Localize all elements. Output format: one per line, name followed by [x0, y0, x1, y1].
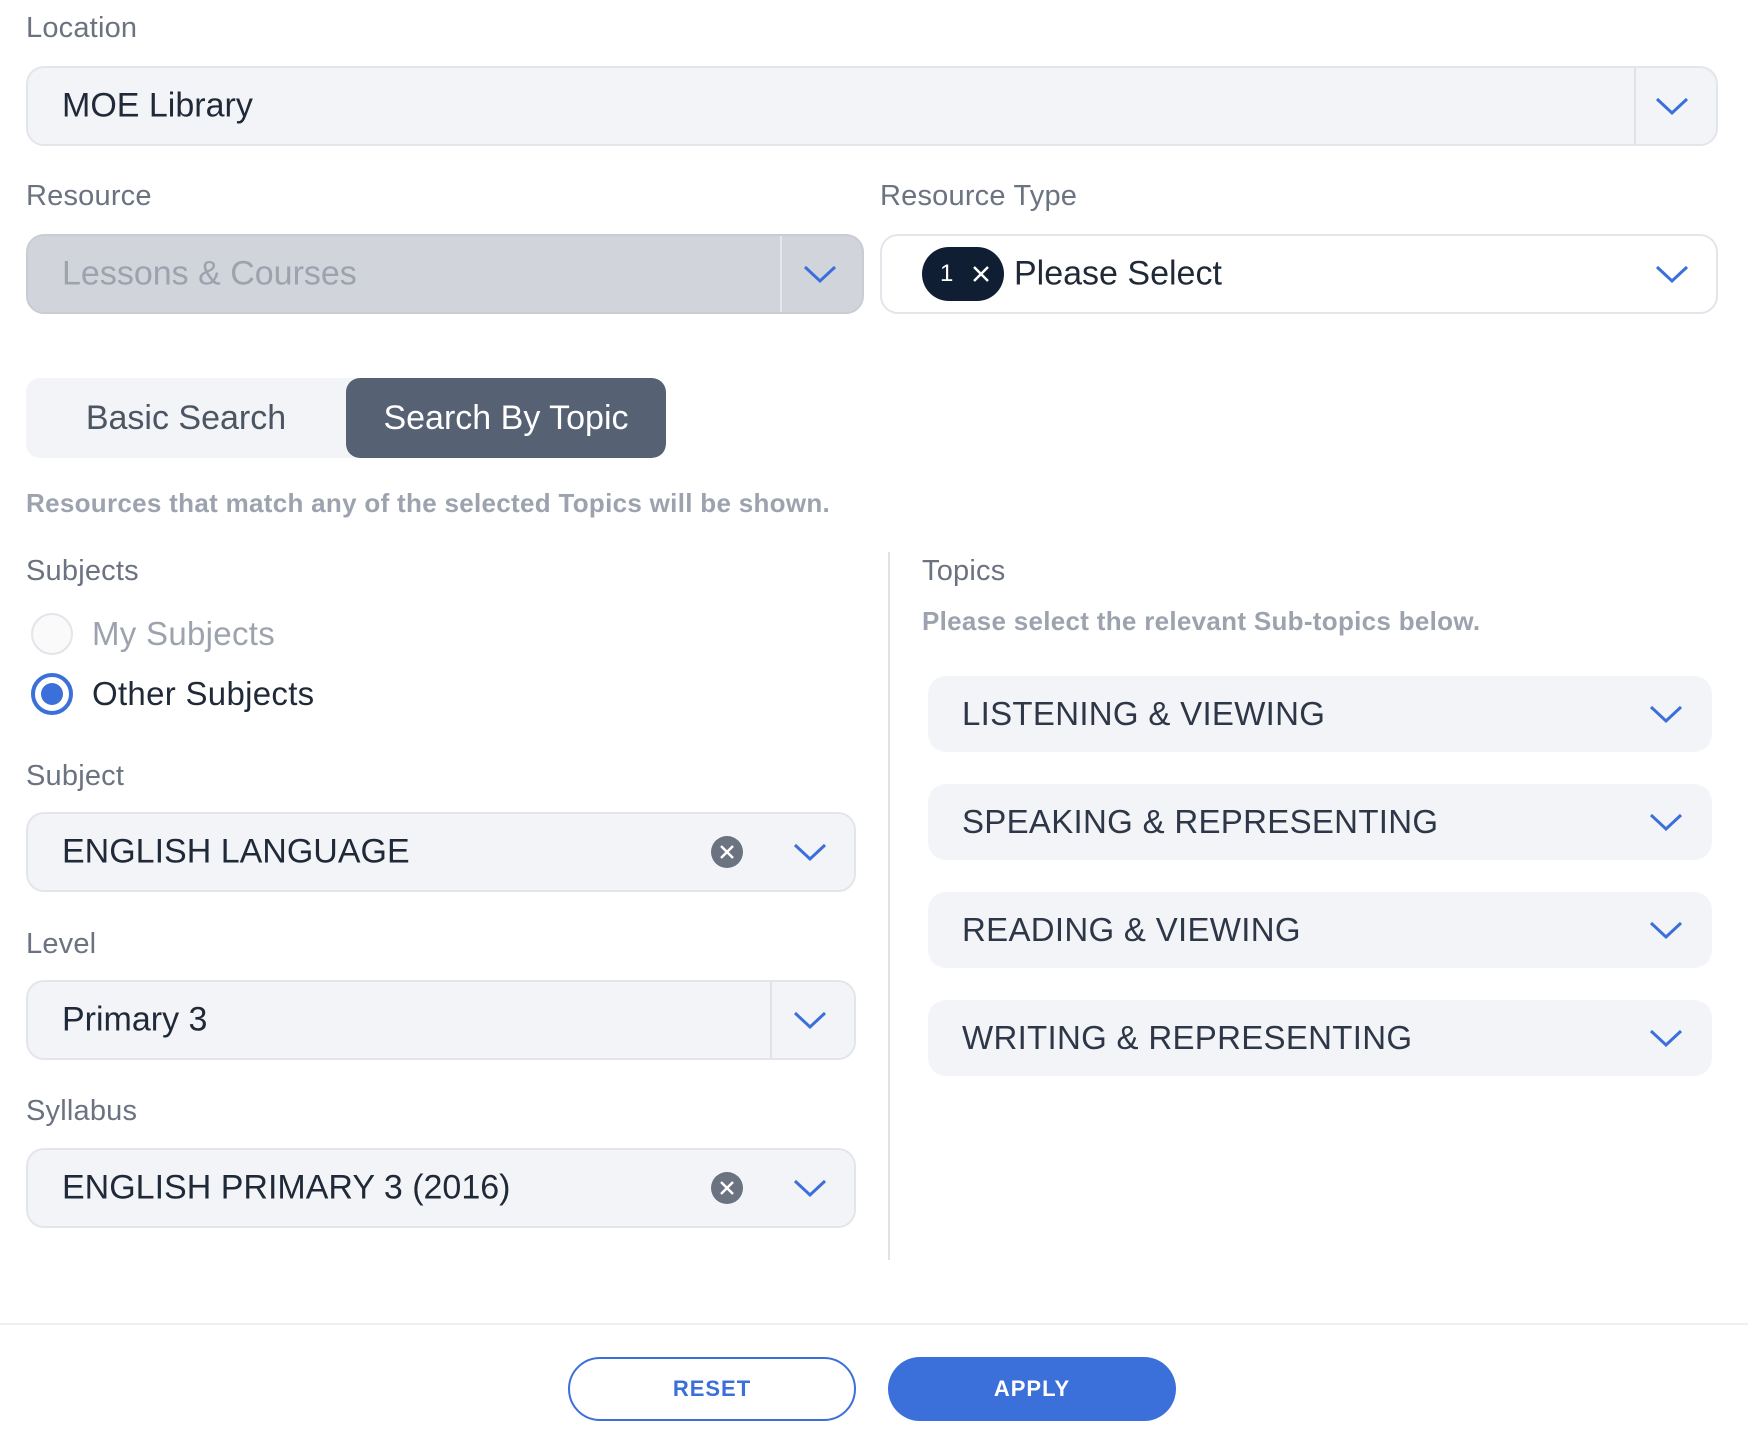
select-divider	[770, 982, 772, 1058]
subject-value: ENGLISH LANGUAGE	[62, 832, 410, 871]
resource-label: Resource	[26, 180, 152, 212]
column-divider	[888, 552, 890, 1260]
chevron-down-icon[interactable]	[1648, 810, 1684, 834]
footer-divider	[0, 1323, 1748, 1325]
apply-button[interactable]: APPLY	[888, 1357, 1176, 1421]
level-label: Level	[26, 928, 97, 960]
topic-title: SPEAKING & REPRESENTING	[962, 803, 1439, 840]
subject-label: Subject	[26, 760, 125, 792]
topics-hint: Please select the relevant Sub-topics be…	[922, 606, 1481, 636]
select-divider	[1634, 68, 1636, 144]
resource-type-select[interactable]: 1 Please Select	[880, 234, 1718, 314]
close-icon[interactable]	[972, 265, 990, 283]
chevron-down-icon[interactable]	[1654, 94, 1690, 118]
chip-count: 1	[940, 260, 954, 287]
location-select[interactable]: MOE Library	[26, 66, 1718, 146]
resource-type-label: Resource Type	[880, 180, 1078, 212]
level-value: Primary 3	[62, 1000, 208, 1039]
other-subjects-label[interactable]: Other Subjects	[92, 675, 314, 713]
my-subjects-label[interactable]: My Subjects	[92, 615, 275, 653]
syllabus-label: Syllabus	[26, 1095, 138, 1127]
resource-select: Lessons & Courses	[26, 234, 864, 314]
chevron-down-icon[interactable]	[792, 1008, 828, 1032]
chevron-down-icon[interactable]	[792, 840, 828, 864]
resource-type-placeholder: Please Select	[1014, 254, 1222, 293]
chevron-down-icon[interactable]	[1648, 918, 1684, 942]
resource-value: Lessons & Courses	[62, 254, 357, 293]
chevron-down-icon	[803, 265, 837, 284]
selection-count-chip[interactable]: 1	[922, 247, 1004, 301]
topics-label: Topics	[922, 555, 1006, 587]
syllabus-value: ENGLISH PRIMARY 3 (2016)	[62, 1168, 511, 1207]
search-by-topic-tab[interactable]: Search By Topic	[346, 378, 666, 458]
location-label: Location	[26, 12, 138, 44]
reset-button[interactable]: RESET	[568, 1357, 856, 1421]
subject-select[interactable]: ENGLISH LANGUAGE	[26, 812, 856, 892]
search-hint: Resources that match any of the selected…	[26, 488, 831, 518]
topic-accordion[interactable]: LISTENING & VIEWING	[928, 676, 1712, 752]
chevron-down-icon[interactable]	[1648, 1026, 1684, 1050]
subjects-label: Subjects	[26, 555, 139, 587]
syllabus-select[interactable]: ENGLISH PRIMARY 3 (2016)	[26, 1148, 856, 1228]
topic-title: READING & VIEWING	[962, 911, 1301, 948]
topic-title: WRITING & REPRESENTING	[962, 1019, 1413, 1056]
topic-accordion[interactable]: WRITING & REPRESENTING	[928, 1000, 1712, 1076]
chevron-down-icon[interactable]	[792, 1176, 828, 1200]
topic-accordion[interactable]: READING & VIEWING	[928, 892, 1712, 968]
select-divider	[780, 236, 782, 312]
topic-accordion[interactable]: SPEAKING & REPRESENTING	[928, 784, 1712, 860]
clear-icon[interactable]	[710, 835, 744, 869]
search-mode-toggle: Basic Search Search By Topic	[26, 378, 666, 458]
basic-search-tab[interactable]: Basic Search	[26, 378, 346, 458]
chevron-down-icon[interactable]	[1648, 702, 1684, 726]
my-subjects-radio[interactable]	[31, 613, 73, 655]
topic-title: LISTENING & VIEWING	[962, 695, 1326, 732]
location-value: MOE Library	[62, 86, 253, 125]
chevron-down-icon[interactable]	[1654, 262, 1690, 286]
clear-icon[interactable]	[710, 1171, 744, 1205]
other-subjects-radio[interactable]	[31, 673, 73, 715]
level-select[interactable]: Primary 3	[26, 980, 856, 1060]
